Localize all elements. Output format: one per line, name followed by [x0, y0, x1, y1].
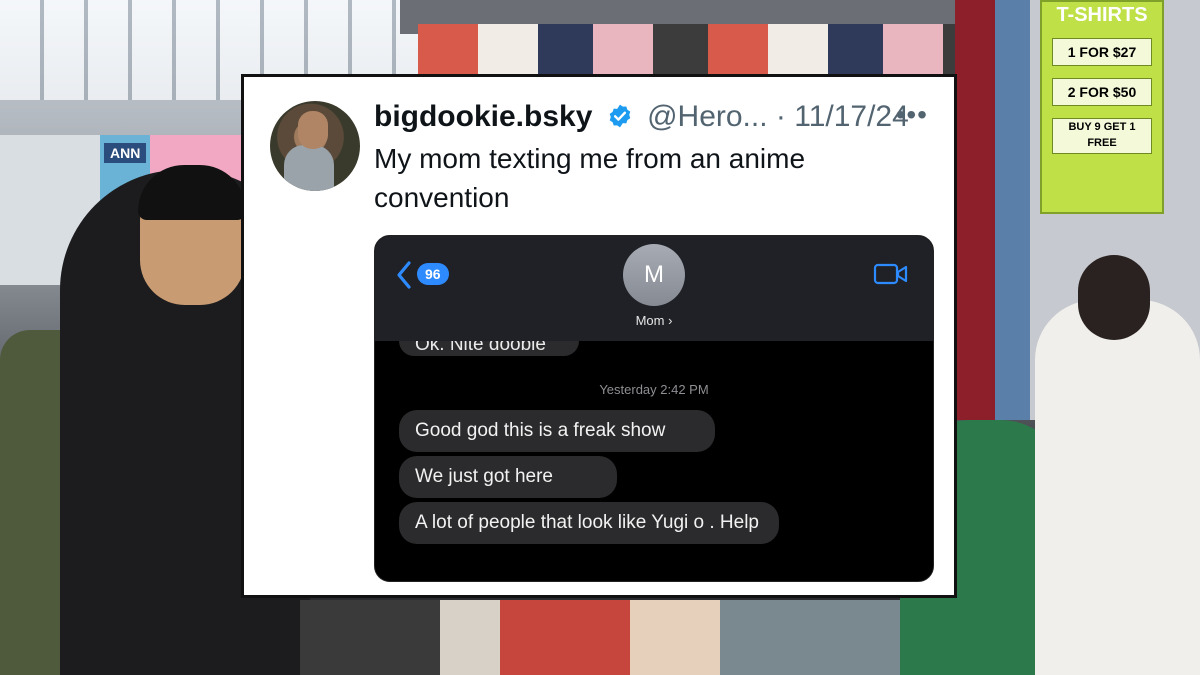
tshirt-price-sign: T-SHIRTS 1 FOR $27 2 FOR $50 BUY 9 GET 1… [1040, 0, 1164, 214]
avatar-body [284, 145, 334, 191]
message-bubble: We just got here [399, 456, 617, 498]
tweet-date[interactable]: 11/17/24 [794, 100, 909, 133]
user-handle[interactable]: @Hero... [647, 100, 767, 133]
message-bubble: Good god this is a freak show [399, 410, 715, 452]
sign-title: T-SHIRTS [1056, 4, 1148, 26]
attendee-right [1035, 300, 1200, 675]
attached-screenshot[interactable]: Ok. Nite doobie 96 M Mom › Yesterday 2:4… [374, 235, 934, 582]
avatar-face [298, 111, 328, 149]
attendee-right-head [1078, 255, 1150, 340]
separator-dot: · [775, 100, 786, 133]
display-name[interactable]: bigdookie.bsky [374, 100, 592, 133]
video-call-icon[interactable] [873, 262, 909, 291]
tweet-card: bigdookie.bsky @Hero... · 11/17/24 ••• M… [241, 74, 957, 598]
contact-name[interactable]: Mom › [375, 313, 933, 328]
unread-count-badge[interactable]: 96 [417, 263, 449, 285]
messages-header: 96 M Mom › [375, 236, 933, 341]
message-bubble: A lot of people that look like Yugi o . … [399, 502, 779, 544]
crowd-bottom [300, 600, 900, 675]
sign-row-3: BUY 9 GET 1 FREE [1052, 118, 1152, 154]
contact-avatar[interactable]: M [623, 244, 685, 306]
tweet-text: My mom texting me from an anime conventi… [374, 143, 806, 213]
booth-sign-ann: ANN [104, 143, 147, 163]
tweet-header: bigdookie.bsky @Hero... · 11/17/24 [374, 97, 909, 140]
back-chevron-icon[interactable] [395, 260, 413, 296]
message-timestamp: Yesterday 2:42 PM [599, 382, 709, 397]
more-options-icon[interactable]: ••• [896, 99, 928, 131]
profile-avatar[interactable] [270, 101, 360, 191]
sign-row-1: 1 FOR $27 [1052, 38, 1152, 66]
verified-badge-icon [607, 100, 633, 140]
sign-row-2: 2 FOR $50 [1052, 78, 1152, 106]
